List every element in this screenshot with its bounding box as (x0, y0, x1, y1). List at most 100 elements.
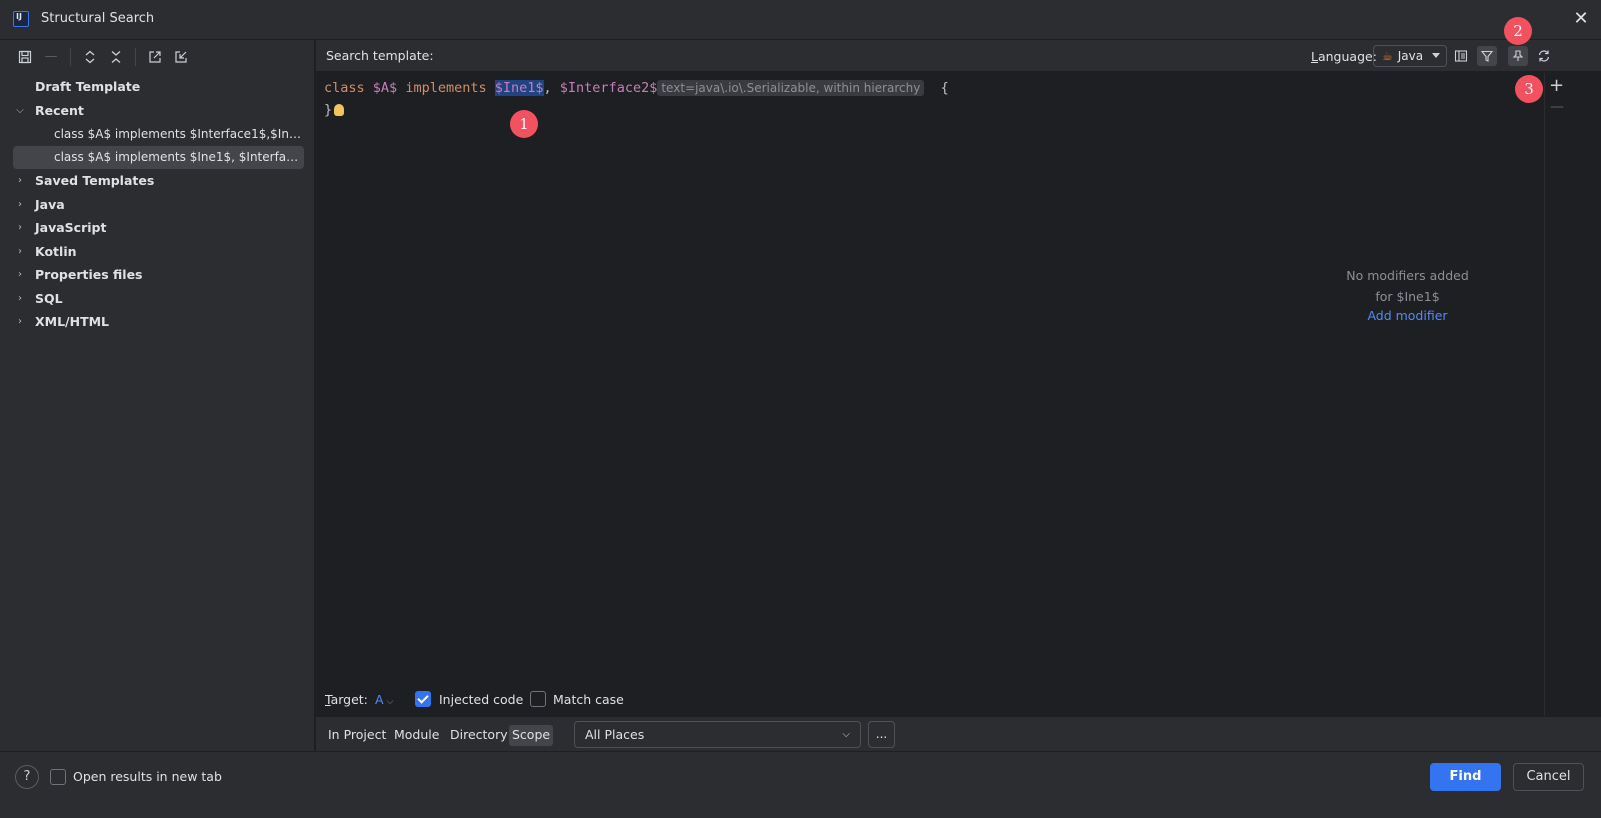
tree-item-kotlin[interactable]: › Kotlin (0, 240, 314, 264)
scope-tab-directory[interactable]: Directory (447, 725, 511, 746)
expand-all-icon[interactable] (79, 46, 101, 68)
code-line-1: class $A$ implements $Ine1$, $Interface2… (324, 80, 949, 96)
annotation-marker-2: 2 (1504, 17, 1532, 45)
open-new-tab-label[interactable]: Open results in new tab (73, 769, 222, 784)
toolbar-separator (70, 47, 71, 66)
tree-item-javascript[interactable]: › JavaScript (0, 216, 314, 240)
annotation-marker-3: 3 (1515, 75, 1543, 103)
tree-item-draft-template[interactable]: Draft Template (0, 75, 314, 99)
find-button[interactable]: Find (1430, 763, 1501, 791)
tree-item-properties-files[interactable]: › Properties files (0, 263, 314, 287)
tree-item-label: JavaScript (35, 220, 107, 236)
tree-item-label: Recent (35, 102, 84, 118)
java-cup-icon: ☕ (1382, 49, 1393, 63)
tree-item-recent-template[interactable]: class $A$ implements $Interface1$,$Inter… (0, 122, 314, 146)
comma: , (543, 80, 552, 96)
no-modifiers-variable: for $Ine1$ (1375, 289, 1440, 304)
refresh-icon[interactable] (1534, 46, 1554, 66)
match-case-checkbox[interactable] (530, 691, 546, 707)
match-case-label[interactable]: Match case (553, 692, 624, 707)
no-modifiers-line: No modifiers added (1346, 268, 1469, 283)
target-label: Target: (325, 692, 368, 707)
scope-more-button[interactable]: ... (868, 721, 895, 748)
tree-item-java[interactable]: › Java (0, 193, 314, 217)
tree-item-xml-html[interactable]: › XML/HTML (0, 310, 314, 334)
search-template-header: Search template: Language: ☕ Java (316, 40, 1601, 72)
toolbar-separator (135, 47, 136, 66)
options-row: Target: A ⌵ Injected code Match case (316, 684, 1544, 716)
cancel-button[interactable]: Cancel (1513, 763, 1584, 791)
save-icon[interactable] (14, 46, 36, 68)
tree-item-recent-template-selected[interactable]: class $A$ implements $Ine1$, $Interface2… (13, 145, 304, 169)
variable-ine1-selected[interactable]: $Ine1$ (494, 80, 544, 96)
tree-item-label: XML/HTML (35, 314, 109, 330)
brace-open: { (940, 80, 949, 96)
sidebar-toolbar: — (0, 40, 314, 73)
variable-interface2[interactable]: $Interface2$ (560, 80, 658, 96)
window-title: Structural Search (41, 11, 155, 26)
chevron-right-icon[interactable]: › (14, 222, 26, 233)
language-value: Java (1397, 49, 1424, 63)
lightbulb-icon[interactable] (334, 104, 345, 116)
app-logo-icon: IJ (13, 11, 29, 27)
chevron-right-icon[interactable]: › (14, 175, 26, 186)
tree-item-label: Properties files (35, 267, 143, 283)
templates-sidebar: — Draft Template ⌵ Recent class $A$ impl… (0, 40, 315, 764)
tree-item-label: Draft Template (35, 79, 141, 95)
close-icon[interactable]: ✕ (1571, 9, 1591, 29)
template-editor[interactable]: class $A$ implements $Ine1$, $Interface2… (316, 73, 1544, 684)
tree-item-label: class $A$ implements $Interface1$,$Inter… (54, 126, 304, 141)
search-template-label: Search template: (326, 48, 434, 63)
chevron-right-icon[interactable]: › (14, 199, 26, 210)
tree-item-label: Kotlin (35, 243, 77, 259)
tree-item-recent[interactable]: ⌵ Recent (0, 99, 314, 123)
tree-item-label: Java (35, 196, 65, 212)
export-icon[interactable] (144, 46, 166, 68)
tree-item-label: SQL (35, 290, 63, 306)
scope-row: In Project Module Directory Scope All Pl… (316, 716, 1601, 751)
scope-tab-in-project[interactable]: In Project (325, 725, 389, 746)
keyword-class: class (324, 80, 365, 96)
language-label: Language: (1311, 49, 1377, 64)
inlay-hint[interactable]: text=java\.io\.Serializable, within hier… (657, 80, 925, 96)
chevron-down-icon[interactable]: ⌵ (14, 105, 26, 116)
scope-dropdown[interactable]: All Places ⌵ (574, 721, 861, 748)
language-dropdown[interactable]: ☕ Java (1373, 45, 1447, 67)
pin-icon[interactable] (1508, 46, 1528, 66)
collapse-all-icon[interactable] (105, 46, 127, 68)
keyword-implements: implements (405, 80, 487, 96)
open-new-tab-checkbox[interactable] (50, 769, 66, 785)
chevron-right-icon[interactable]: › (14, 316, 26, 327)
import-icon[interactable] (170, 46, 192, 68)
remove-icon[interactable]: — (40, 46, 62, 68)
chevron-right-icon[interactable]: › (14, 246, 26, 257)
dialog-footer: ? Open results in new tab Find Cancel (0, 751, 1601, 818)
chevron-right-icon[interactable]: › (14, 293, 26, 304)
title-bar: IJ Structural Search ✕ (0, 0, 1601, 40)
annotation-marker-1: 1 (510, 110, 538, 138)
scope-tab-scope[interactable]: Scope (509, 725, 554, 746)
code-line-2: } (324, 102, 345, 118)
target-dropdown[interactable]: A ⌵ (375, 692, 393, 707)
tree-item-label: Saved Templates (35, 173, 155, 189)
tree-item-label: class $A$ implements $Ine1$, $Interface2… (54, 150, 304, 165)
add-icon[interactable]: + (1549, 75, 1564, 96)
dropdown-arrow-icon (1432, 53, 1440, 58)
brace-close: } (324, 102, 333, 118)
variable-a[interactable]: $A$ (373, 80, 397, 96)
tree-item-sql[interactable]: › SQL (0, 287, 314, 311)
injected-code-checkbox[interactable] (415, 691, 431, 707)
modifiers-toolbar: + — (1544, 73, 1568, 716)
help-button[interactable]: ? (15, 765, 39, 789)
scope-value: All Places (585, 727, 645, 742)
scope-tab-module[interactable]: Module (391, 725, 442, 746)
show-filters-icon[interactable] (1451, 46, 1471, 66)
injected-code-label[interactable]: Injected code (439, 692, 523, 707)
tree-item-saved-templates[interactable]: › Saved Templates (0, 169, 314, 193)
chevron-right-icon[interactable]: › (14, 269, 26, 280)
chevron-down-icon: ⌵ (842, 729, 850, 740)
add-modifier-link[interactable]: Add modifier (1310, 308, 1505, 323)
filter-icon[interactable] (1477, 46, 1497, 66)
no-modifiers-text: No modifiers added for $Ine1$ (1310, 265, 1505, 307)
remove-icon[interactable]: — (1550, 99, 1564, 115)
